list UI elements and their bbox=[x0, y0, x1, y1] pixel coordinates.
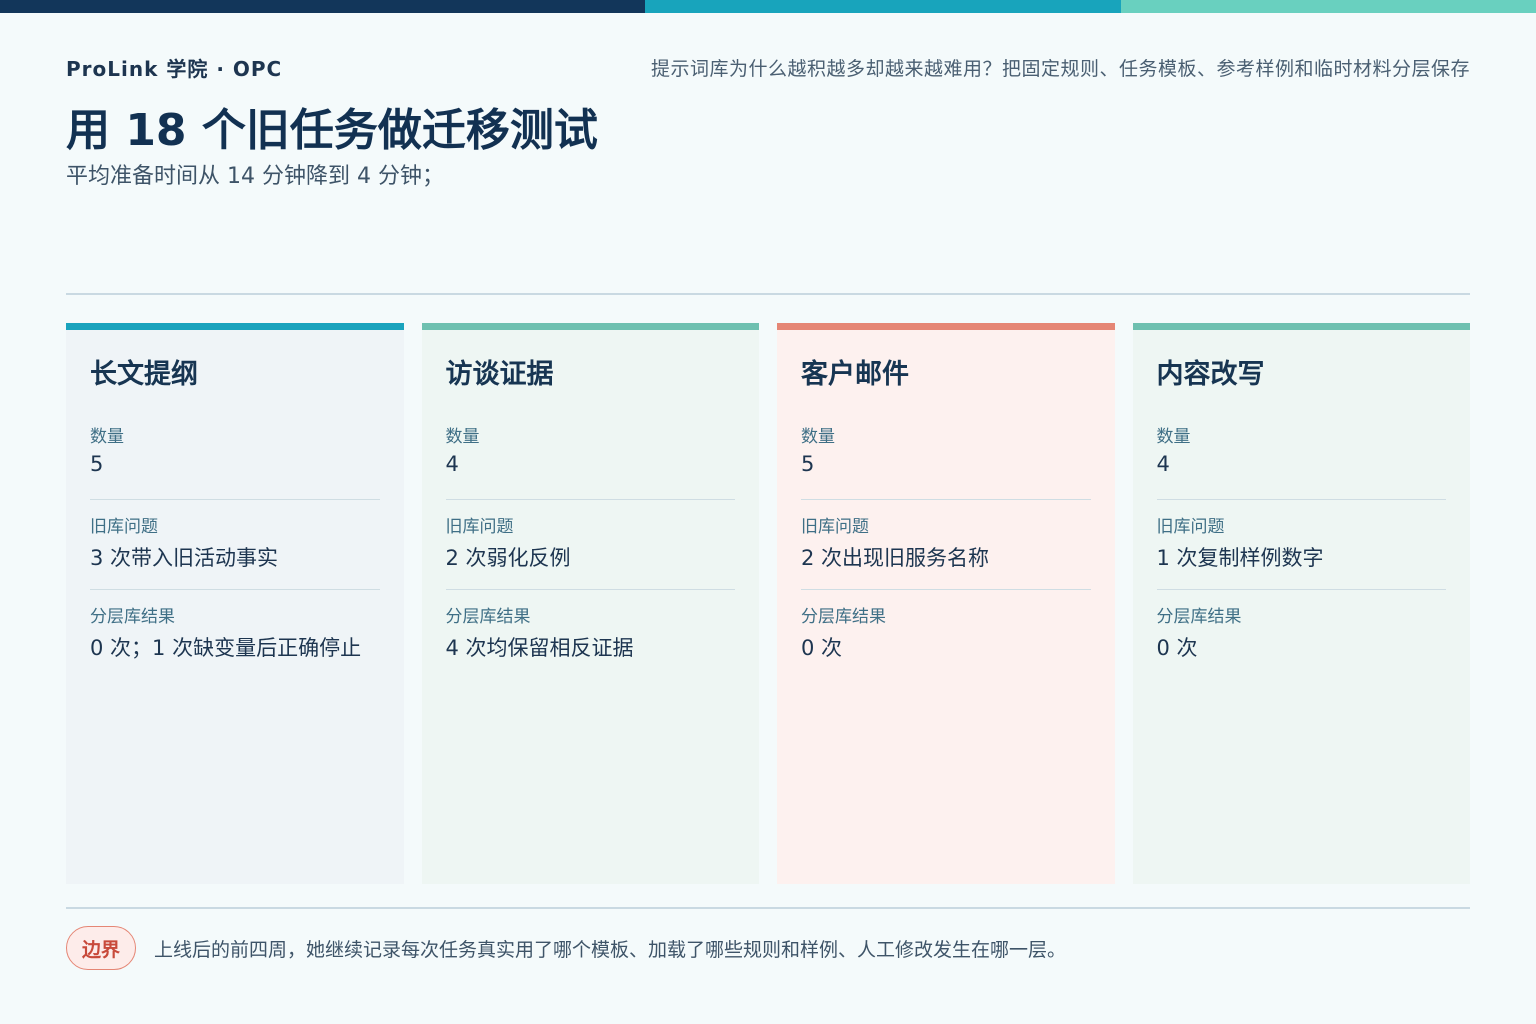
card-customer-email: 客户邮件 数量 5 旧库问题 2 次出现旧服务名称 分层库结果 0 次 bbox=[777, 323, 1115, 884]
field-label: 分层库结果 bbox=[90, 607, 175, 627]
field-layered-result: 分层库结果 0 次 bbox=[801, 590, 1091, 680]
field-label: 旧库问题 bbox=[445, 517, 514, 537]
card-long-outline: 长文提纲 数量 5 旧库问题 3 次带入旧活动事实 分层库结果 0 次；1 次缺… bbox=[66, 323, 404, 884]
card-title: 长文提纲 bbox=[90, 359, 198, 390]
accent-segment-mint bbox=[1121, 0, 1536, 13]
divider-bottom bbox=[66, 907, 1470, 909]
field-layered-result: 分层库结果 0 次；1 次缺变量后正确停止 bbox=[90, 590, 380, 680]
field-label: 数量 bbox=[445, 427, 480, 447]
field-value: 2 次弱化反例 bbox=[445, 546, 571, 570]
field-label: 分层库结果 bbox=[801, 607, 886, 627]
field-value: 5 bbox=[801, 452, 815, 476]
card-content-rewrite: 内容改写 数量 4 旧库问题 1 次复制样例数字 分层库结果 0 次 bbox=[1132, 323, 1470, 884]
field-value: 4 bbox=[445, 452, 459, 476]
field-value: 1 次复制样例数字 bbox=[1156, 546, 1324, 570]
field-value: 0 次 bbox=[1156, 636, 1198, 660]
brand-label: ProLink 学院 · OPC bbox=[66, 57, 283, 81]
field-old-issue: 旧库问题 2 次弱化反例 bbox=[445, 500, 735, 590]
field-value: 0 次 bbox=[801, 636, 843, 660]
divider-top bbox=[66, 293, 1470, 295]
field-old-issue: 旧库问题 1 次复制样例数字 bbox=[1156, 500, 1446, 590]
field-label: 旧库问题 bbox=[90, 517, 158, 537]
field-value: 5 bbox=[90, 452, 104, 476]
field-layered-result: 分层库结果 0 次 bbox=[1157, 590, 1447, 680]
field-value: 3 次带入旧活动事实 bbox=[90, 546, 279, 570]
field-label: 分层库结果 bbox=[445, 607, 531, 627]
card-title: 客户邮件 bbox=[801, 359, 909, 390]
field-count: 数量 4 bbox=[445, 410, 735, 500]
field-label: 分层库结果 bbox=[1156, 607, 1242, 627]
card-row: 长文提纲 数量 5 旧库问题 3 次带入旧活动事实 分层库结果 0 次；1 次缺… bbox=[66, 323, 1470, 884]
field-value: 4 bbox=[1156, 452, 1170, 476]
field-label: 旧库问题 bbox=[1156, 517, 1225, 537]
page-title: 用 18 个旧任务做迁移测试 bbox=[66, 105, 598, 156]
card-title: 访谈证据 bbox=[445, 359, 554, 390]
field-label: 数量 bbox=[1156, 427, 1191, 447]
top-accent-bar bbox=[0, 0, 1536, 13]
field-label: 数量 bbox=[801, 427, 835, 447]
field-count: 数量 5 bbox=[90, 410, 380, 500]
field-value: 0 次；1 次缺变量后正确停止 bbox=[90, 636, 362, 660]
field-label: 数量 bbox=[90, 427, 124, 447]
card-interview-evidence: 访谈证据 数量 4 旧库问题 2 次弱化反例 分层库结果 4 次均保留相反证据 bbox=[421, 323, 759, 884]
field-count: 数量 4 bbox=[1156, 410, 1446, 500]
accent-segment-navy bbox=[0, 0, 645, 13]
field-value: 2 次出现旧服务名称 bbox=[801, 546, 990, 570]
field-layered-result: 分层库结果 4 次均保留相反证据 bbox=[446, 590, 736, 680]
footer-note: 边界 上线后的前四周，她继续记录每次任务真实用了哪个模板、加载了哪些规则和样例、… bbox=[66, 926, 1066, 970]
field-label: 旧库问题 bbox=[801, 517, 869, 537]
footer-text: 上线后的前四周，她继续记录每次任务真实用了哪个模板、加载了哪些规则和样例、人工修… bbox=[154, 938, 1067, 961]
tagline: 提示词库为什么越积越多却越来越难用？把固定规则、任务模板、参考样例和临时材料分层… bbox=[650, 58, 1470, 80]
field-old-issue: 旧库问题 3 次带入旧活动事实 bbox=[90, 500, 380, 590]
field-count: 数量 5 bbox=[801, 410, 1091, 500]
boundary-badge: 边界 bbox=[66, 926, 136, 970]
page-subtitle: 平均准备时间从 14 分钟降到 4 分钟； bbox=[66, 164, 444, 189]
field-old-issue: 旧库问题 2 次出现旧服务名称 bbox=[801, 500, 1091, 590]
field-value: 4 次均保留相反证据 bbox=[445, 636, 634, 660]
card-title: 内容改写 bbox=[1156, 359, 1265, 390]
accent-segment-teal bbox=[645, 0, 1121, 13]
